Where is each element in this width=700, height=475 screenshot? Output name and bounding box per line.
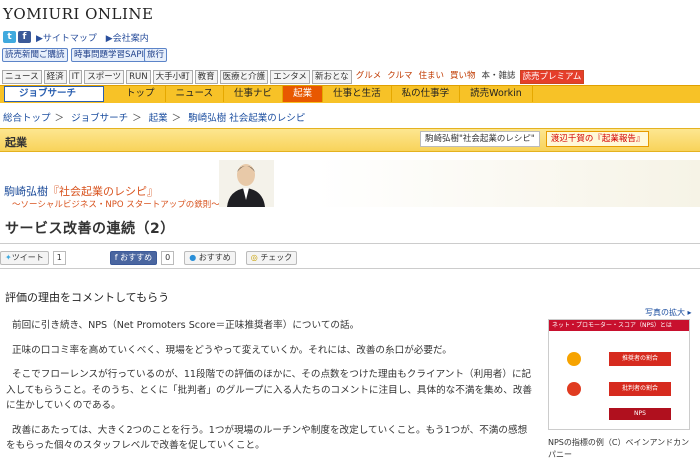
jobsearch-tabs: トップ ニュース 仕事ナビ 起業 仕事と生活 私の仕事学 読売Workin — [116, 86, 533, 102]
utility-links: ▶サイトマップ ▶会社案内 — [36, 31, 155, 44]
fb-count: 0 — [161, 251, 175, 265]
divider — [0, 268, 700, 269]
mixi-button[interactable]: ● おすすめ — [184, 251, 236, 265]
travel-button[interactable]: 旅行 — [144, 48, 168, 62]
divider — [0, 243, 700, 244]
nav-books[interactable]: 本・雑誌 — [479, 70, 517, 84]
chevron-right-icon: ▸ — [687, 308, 692, 317]
breadcrumb-sep: ＞ — [54, 113, 65, 124]
author-name: 駒崎弘樹 — [4, 185, 48, 198]
banner-title: 駒崎弘樹『社会起業のレシピ』 — [4, 183, 158, 199]
nav-otona[interactable]: 新おとな — [311, 70, 352, 84]
tab-kigyo[interactable]: 起業 — [283, 86, 324, 102]
paragraph: 前回に引き続き、NPS（Net Promoters Score＝正味推奨者率）に… — [12, 320, 360, 331]
site-logo[interactable]: YOMIURI ONLINE — [3, 5, 154, 23]
article-lead: 評価の理由をコメントしてもらう — [5, 291, 170, 304]
nav-medical[interactable]: 医療と介護 — [219, 70, 269, 84]
series-link-recipe[interactable]: 駒崎弘樹"社会起業のレシピ" — [420, 131, 540, 147]
nav-economy[interactable]: 経済 — [43, 70, 67, 84]
figure-header: ネット・プロモーター・スコア（NPS）とは — [549, 320, 689, 331]
nav-it[interactable]: IT — [68, 70, 83, 84]
sapix-button[interactable]: 時事問題学習SAPIX — [71, 48, 153, 62]
nav-car[interactable]: クルマ — [385, 70, 414, 84]
fb-like-button[interactable]: f おすすめ — [109, 251, 158, 265]
top-nav: ニュース 経済 IT スポーツ RUN 大手小町 教育 医療と介護 エンタメ 新… — [2, 70, 585, 84]
nav-shopping[interactable]: 買い物 — [448, 70, 478, 84]
smile-icon — [567, 352, 581, 366]
series-link-report[interactable]: 渡辺千賀の『起業報告』 — [545, 131, 650, 147]
breadcrumb-jobsearch[interactable]: ジョブサーチ — [71, 113, 128, 124]
series-name: 『社会起業のレシピ』 — [48, 185, 158, 198]
nav-gourmet[interactable]: グルメ — [354, 70, 384, 84]
breadcrumb-sep: ＞ — [171, 113, 182, 124]
breadcrumb-current: 駒崎弘樹 社会起業のレシピ — [188, 113, 306, 124]
share-bar: ✦ツイート 1 f おすすめ 0 ● おすすめ ◎ チェック — [0, 251, 298, 265]
breadcrumb-sep: ＞ — [132, 113, 142, 124]
mixi-check-button[interactable]: ◎ チェック — [245, 251, 298, 265]
check-icon: ◎ — [250, 253, 261, 262]
nav-komachi[interactable]: 大手小町 — [152, 70, 193, 84]
promoter-box: 推奨者の割合 — [609, 352, 671, 366]
nav-news[interactable]: ニュース — [2, 70, 42, 84]
nav-run[interactable]: RUN — [126, 70, 151, 84]
tab-job-navi[interactable]: 仕事ナビ — [224, 86, 284, 102]
article-body: 前回に引き続き、NPS（Net Promoters Score＝正味推奨者率）に… — [6, 318, 536, 463]
tab-workin[interactable]: 読売Workin — [460, 86, 533, 102]
company-link[interactable]: ▶会社案内 — [106, 34, 149, 44]
subscribe-button[interactable]: 読売新聞ご購読 — [2, 48, 68, 62]
nav-entame[interactable]: エンタメ — [270, 70, 310, 84]
paragraph: 改善にあたっては、大きく2つのことを行う。1つが現場のルーチンや制度を改定してい… — [6, 424, 528, 452]
nav-premium[interactable]: 読売プレミアム — [519, 70, 585, 84]
paragraph: 正味の口コミ率を高めていくべく、現場をどうやって変えていくか。それには、改善の糸… — [12, 344, 452, 356]
nav-home[interactable]: 住まい — [416, 70, 446, 84]
author-photo — [219, 160, 274, 207]
tab-top[interactable]: トップ — [116, 86, 166, 102]
breadcrumb-kigyo[interactable]: 起業 — [149, 113, 168, 124]
frown-icon — [567, 382, 581, 396]
banner-subtitle: 〜ソーシャルビジネス・NPO スタートアップの鉄則〜 — [12, 200, 220, 210]
breadcrumb-top[interactable]: 総合トップ — [3, 113, 51, 124]
paragraph: そこでフローレンスが行っているのが、11段階での評価のほかに、その点数をつけた理… — [6, 369, 533, 411]
mixi-icon: ● — [189, 253, 199, 262]
section-links: 駒崎弘樹"社会起業のレシピ" 渡辺千賀の『起業報告』 — [420, 131, 650, 147]
twitter-icon: ✦ — [5, 253, 12, 262]
breadcrumb: 総合トップ＞ ジョブサーチ＞ 起業＞ 駒崎弘樹 社会起業のレシピ — [3, 110, 305, 124]
enlarge-photo-link[interactable]: 写真の拡大 ▸ — [645, 307, 692, 318]
nav-sports[interactable]: スポーツ — [84, 70, 125, 84]
nav-education[interactable]: 教育 — [194, 70, 218, 84]
figure-image[interactable]: ネット・プロモーター・スコア（NPS）とは 推奨者の割合 批判者の割合 NPS — [548, 319, 690, 430]
tweet-button[interactable]: ✦ツイート — [0, 251, 49, 265]
article-title: サービス改善の連続（2） — [5, 221, 175, 237]
twitter-icon[interactable]: t — [3, 31, 16, 43]
nps-result-box: NPS — [609, 408, 671, 420]
tweet-count: 1 — [52, 251, 66, 265]
jobsearch-logo[interactable]: ジョブサーチ — [4, 86, 104, 102]
detractor-box: 批判者の割合 — [609, 382, 671, 396]
tab-news[interactable]: ニュース — [166, 86, 225, 102]
figure-caption: NPSの指標の例（C）ベインアンドカンパニー — [548, 438, 690, 459]
tab-work-life[interactable]: 仕事と生活 — [323, 86, 392, 102]
facebook-icon[interactable]: f — [18, 31, 31, 43]
sitemap-link[interactable]: ▶サイトマップ — [36, 34, 97, 44]
tab-my-work[interactable]: 私の仕事学 — [392, 86, 461, 102]
section-title: 起業 — [5, 136, 27, 149]
